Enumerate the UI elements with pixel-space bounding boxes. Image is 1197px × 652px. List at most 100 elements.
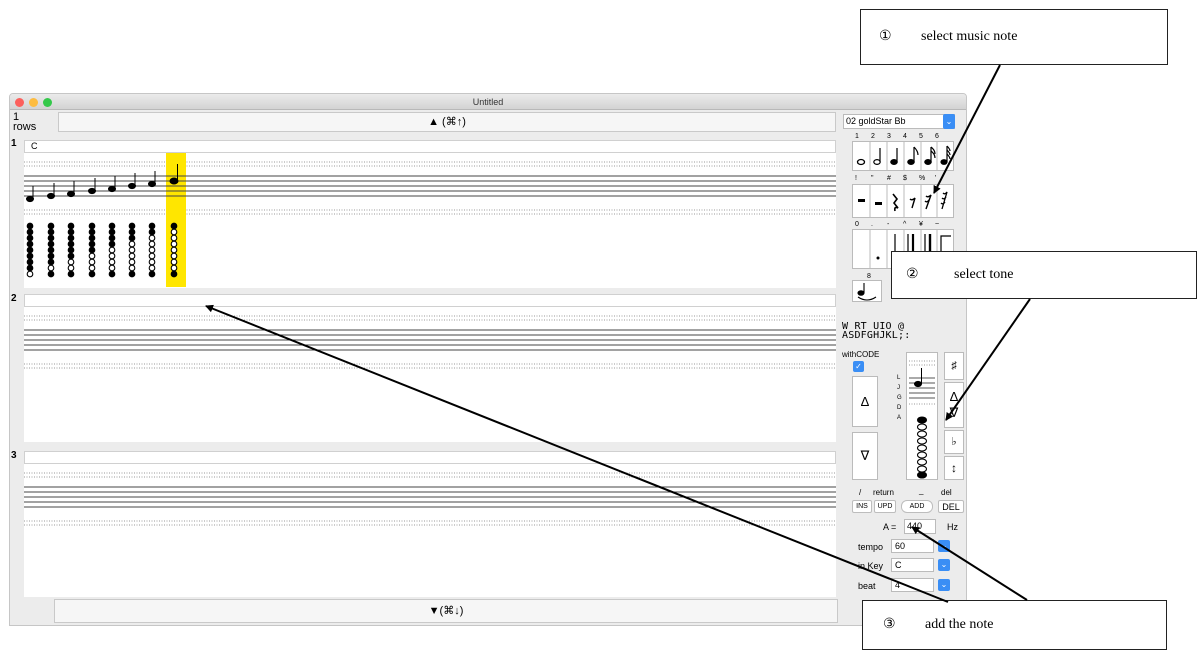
ins-hint: / [859, 488, 862, 497]
app-window: Untitled 1 rows ▲ (⌘↑) 1 C 2 3 ▼(⌘↓) 02 … [9, 93, 967, 626]
annotation-number: ① [879, 29, 892, 44]
key-hint: . [871, 221, 873, 228]
tone-letter: L [897, 375, 901, 381]
row-number: 2 [11, 293, 17, 304]
hz-label: Hz [947, 522, 958, 532]
fingering-2 [47, 222, 55, 278]
song-select[interactable]: 02 goldStar Bb ⌄ [843, 114, 955, 129]
staff-row-2[interactable] [24, 294, 836, 442]
fingering-3 [67, 222, 75, 278]
key-hint: 8 [867, 273, 871, 280]
scroll-down-button[interactable]: ▼(⌘↓) [54, 599, 838, 623]
chevron-down-icon[interactable]: ⌄ [938, 559, 950, 571]
fingering-5 [108, 222, 116, 278]
key-hint: 4 [903, 133, 907, 140]
with-code-label: withCODE [842, 350, 880, 359]
key-hint: ' [935, 175, 937, 182]
key-hint: 5 [919, 133, 923, 140]
maximize-button[interactable] [43, 98, 52, 107]
pitch-label: A = [883, 522, 897, 532]
lyric-field[interactable] [24, 294, 836, 307]
insert-button[interactable]: INS [852, 500, 872, 513]
whole-rest-icon [858, 199, 865, 202]
annotation-text: select tone [954, 267, 1014, 282]
score-row-3[interactable] [24, 464, 836, 597]
eighth-note-icon [907, 146, 919, 166]
annotation-select-tone: ② select tone [891, 251, 1197, 299]
flat-button[interactable]: ♭ [944, 430, 964, 454]
key-hint: " [871, 175, 874, 182]
tone-letters: L J G D A [897, 373, 905, 423]
tone-letter: J [897, 385, 900, 391]
key-hint: 6 [935, 133, 939, 140]
tie-button[interactable] [852, 280, 882, 302]
with-code-checkbox[interactable]: ✓ [853, 361, 864, 372]
fingering-1 [26, 222, 34, 278]
beat-select[interactable]: 4 [891, 578, 934, 592]
beat-label: beat [858, 581, 876, 591]
staff-row-3[interactable] [24, 451, 836, 597]
note-quarter [148, 171, 156, 188]
title-bar: Untitled [10, 94, 966, 110]
note-quarter [108, 176, 116, 193]
staff-row-1[interactable]: C [24, 140, 836, 288]
fingering-8 [170, 222, 178, 278]
annotation-select-note: ① select music note [860, 9, 1168, 65]
tempo-value: 60 [895, 541, 906, 551]
rest-panel [852, 184, 954, 218]
sharp-button[interactable]: ♯ [944, 352, 964, 380]
key-hint: ¥ [919, 221, 923, 228]
tone-down-button[interactable]: ∇ [945, 405, 963, 421]
note-quarter [67, 181, 75, 198]
lyric-field[interactable] [24, 451, 836, 464]
up-down-button[interactable]: ↕ [944, 456, 964, 480]
key-hint: 3 [887, 133, 891, 140]
whole-note-icon [856, 158, 866, 166]
minimize-button[interactable] [29, 98, 38, 107]
annotation-text: add the note [925, 617, 994, 632]
thirty-second-rest-icon [940, 191, 948, 210]
tone-up-button[interactable]: Δ [945, 389, 963, 405]
update-button[interactable]: UPD [874, 500, 896, 513]
fingering-6 [128, 222, 136, 278]
control-panel: 02 goldStar Bb ⌄ 1 2 3 4 5 6 ! " # $ % ' [840, 110, 966, 625]
key-hint: % [919, 175, 926, 182]
tone-step-buttons[interactable]: Δ ∇ [944, 382, 964, 428]
key-select[interactable]: C [891, 558, 934, 572]
keyboard-bottom-row: ASDFGHJKL;: [842, 330, 911, 341]
tone-preview[interactable] [906, 352, 938, 480]
score-row-1[interactable] [24, 153, 836, 288]
quarter-note-icon [890, 148, 898, 166]
key-hint: $ [903, 175, 907, 182]
delete-button[interactable]: DEL [938, 500, 964, 513]
key-hint: ^ [903, 221, 907, 228]
half-rest-icon [875, 202, 882, 205]
add-button[interactable]: ADD [901, 500, 933, 513]
rows-button[interactable]: 1 rows [10, 110, 58, 133]
annotation-add-note: ③ add the note [862, 600, 1167, 650]
annotation-number: ③ [883, 617, 896, 632]
score-row-2[interactable] [24, 307, 836, 442]
tempo-select[interactable]: 60 [891, 539, 934, 553]
half-note-icon [873, 148, 881, 166]
sixteenth-rest-icon [924, 194, 932, 210]
tone-letter: A [897, 415, 902, 421]
sixteenth-note-icon [924, 146, 936, 166]
tone-letter: D [897, 405, 902, 411]
preview-note-icon [914, 368, 922, 388]
pitch-input[interactable]: 440 [904, 519, 936, 534]
octave-up-button[interactable]: Δ [852, 376, 878, 427]
rows-label: rows [13, 121, 37, 133]
octave-down-button[interactable]: ∇ [852, 432, 878, 480]
scroll-up-button[interactable]: ▲ (⌘↑) [58, 112, 836, 132]
close-button[interactable] [15, 98, 24, 107]
del-hint: del [941, 488, 952, 497]
annotation-number: ② [906, 267, 919, 282]
lyric-field[interactable]: C [24, 140, 836, 153]
fingering-4 [88, 222, 96, 278]
chevron-down-icon[interactable]: ⌄ [938, 540, 950, 552]
chevron-down-icon[interactable]: ⌄ [938, 579, 950, 591]
key-label: in Key [858, 561, 884, 571]
preview-fingering [916, 416, 928, 479]
song-select-value: 02 goldStar Bb [846, 116, 906, 126]
